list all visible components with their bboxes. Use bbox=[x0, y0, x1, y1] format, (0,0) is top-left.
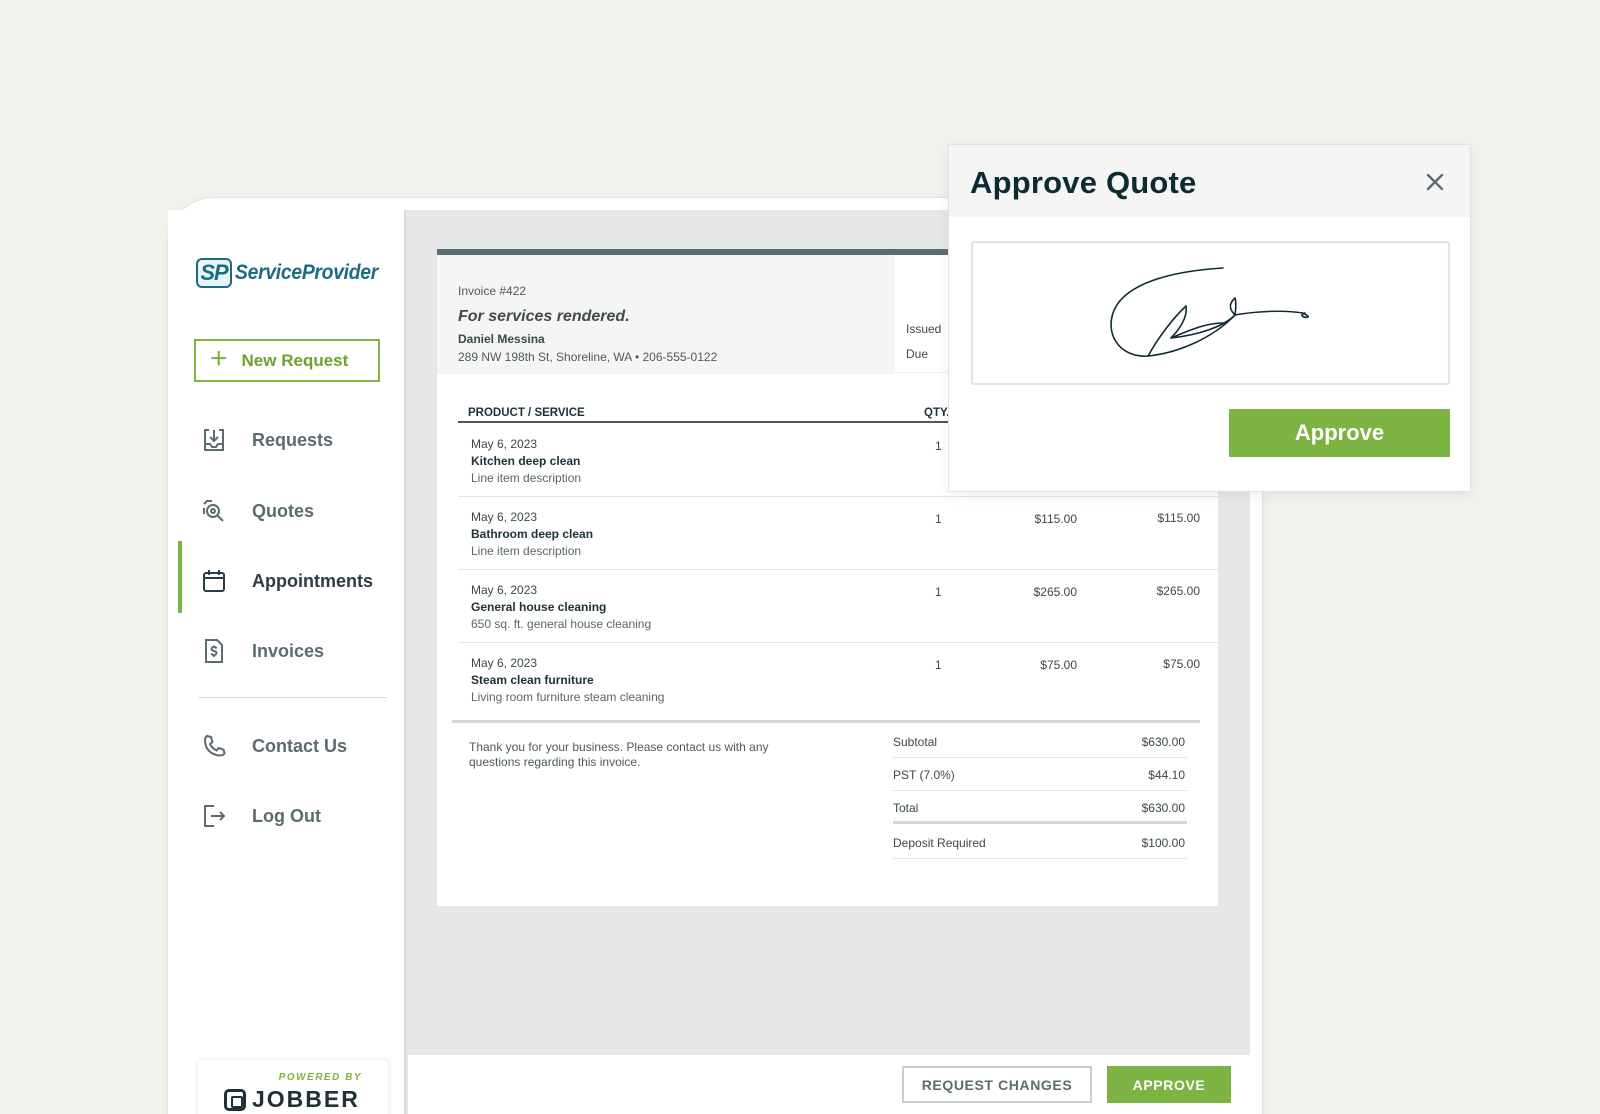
sidebar-item-quotes[interactable]: Quotes bbox=[200, 491, 314, 531]
line-item-total: $115.00 bbox=[1157, 511, 1201, 525]
line-item-date: May 6, 2023 bbox=[471, 656, 538, 670]
product-column-header: PRODUCT / SERVICE bbox=[468, 407, 585, 419]
signature-drawing bbox=[1110, 267, 1309, 357]
line-item-name: General house cleaning bbox=[471, 600, 607, 614]
line-item-description: Line item description bbox=[471, 471, 582, 485]
thank-you-note: Thank you for your business. Please cont… bbox=[469, 740, 769, 769]
powered-by-jobber[interactable]: POWERED BY JOBBER bbox=[198, 1060, 388, 1114]
signature-pad[interactable] bbox=[971, 241, 1450, 385]
calendar-icon bbox=[200, 567, 228, 595]
sidebar-item-label: Requests bbox=[252, 429, 334, 450]
summary-row-subtotal: Subtotal $630.00 bbox=[893, 726, 1187, 758]
active-nav-indicator bbox=[178, 541, 182, 613]
dialog-title: Approve Quote bbox=[970, 165, 1197, 200]
summary-label: PST (7.0%) bbox=[893, 768, 955, 782]
sidebar-item-invoices[interactable]: Invoices bbox=[200, 631, 324, 671]
sidebar-item-label: Log Out bbox=[252, 805, 321, 826]
invoice-header: Invoice #422 For services rendered. Dani… bbox=[437, 255, 895, 374]
issued-label: Issued bbox=[906, 322, 942, 336]
nav-divider bbox=[198, 697, 388, 698]
line-item-qty: 1 bbox=[935, 512, 942, 526]
jobber-logo: JOBBER bbox=[224, 1086, 360, 1113]
approve-button[interactable]: APPROVE bbox=[1107, 1066, 1231, 1103]
due-label: Due bbox=[906, 347, 929, 361]
line-item-date: May 6, 2023 bbox=[471, 510, 538, 524]
line-item-name: Steam clean furniture bbox=[471, 673, 594, 687]
plus-icon: + bbox=[210, 342, 228, 375]
sidebar-item-label: Appointments bbox=[252, 570, 373, 591]
service-provider-logo[interactable]: SP ServiceProvider bbox=[196, 258, 390, 288]
line-item-description: 650 sq. ft. general house cleaning bbox=[471, 617, 652, 631]
line-item-name: Bathroom deep clean bbox=[471, 527, 594, 541]
line-item-total: $75.00 bbox=[1163, 657, 1200, 671]
line-item-qty: 1 bbox=[935, 439, 942, 453]
invoice-dollar-icon bbox=[200, 637, 228, 665]
powered-by-label: POWERED BY bbox=[278, 1072, 362, 1083]
sidebar-item-requests[interactable]: Requests bbox=[200, 420, 333, 460]
summary-value: $44.10 bbox=[1148, 768, 1185, 782]
line-item-unit-price: $265.00 bbox=[1033, 585, 1077, 599]
line-item-name: Kitchen deep clean bbox=[471, 454, 581, 468]
dialog-approve-button[interactable]: Approve bbox=[1229, 409, 1450, 457]
dialog-header: Approve Quote bbox=[949, 145, 1470, 217]
line-item-date: May 6, 2023 bbox=[471, 583, 538, 597]
client-name: Daniel Messina bbox=[458, 332, 545, 346]
summary-label: Total bbox=[893, 801, 919, 815]
logo-badge: SP bbox=[196, 258, 232, 288]
jobber-logo-icon bbox=[224, 1088, 246, 1111]
close-icon[interactable] bbox=[1420, 167, 1450, 197]
sidebar-item-appointments[interactable]: Appointments bbox=[200, 561, 373, 601]
invoice-number: Invoice #422 bbox=[458, 284, 527, 298]
line-item-qty: 1 bbox=[935, 585, 942, 599]
sidebar-item-label: Contact Us bbox=[252, 735, 348, 756]
summary-row-total: Total $630.00 bbox=[893, 792, 1187, 824]
new-request-label: New Request bbox=[241, 350, 349, 370]
line-item-qty: 1 bbox=[935, 658, 942, 672]
summary-divider bbox=[452, 720, 1200, 723]
line-item-date: May 6, 2023 bbox=[471, 437, 538, 451]
line-item-unit-price: $115.00 bbox=[1034, 512, 1078, 526]
table-row: May 6, 2023 Bathroom deep clean Line ite… bbox=[458, 498, 1218, 570]
request-changes-button[interactable]: REQUEST CHANGES bbox=[902, 1066, 1092, 1103]
summary-value: $100.00 bbox=[1141, 836, 1185, 850]
summary-value: $630.00 bbox=[1141, 801, 1185, 815]
line-item-description: Living room furniture steam cleaning bbox=[471, 690, 665, 704]
line-item-description: Line item description bbox=[471, 544, 582, 558]
sidebar-item-label: Quotes bbox=[252, 500, 315, 521]
invoice-title: For services rendered. bbox=[458, 308, 630, 325]
table-row: May 6, 2023 General house cleaning 650 s… bbox=[458, 571, 1218, 643]
table-row: May 6, 2023 Steam clean furniture Living… bbox=[458, 644, 1218, 716]
sidebar-item-label: Invoices bbox=[252, 640, 325, 661]
summary-label: Subtotal bbox=[893, 735, 938, 749]
summary-value: $630.00 bbox=[1141, 735, 1185, 749]
sidebar-item-log-out[interactable]: Log Out bbox=[200, 796, 321, 836]
phone-icon bbox=[200, 732, 228, 760]
inbox-download-icon bbox=[200, 426, 228, 454]
summary-label: Deposit Required bbox=[893, 836, 986, 850]
sidebar-item-contact-us[interactable]: Contact Us bbox=[200, 726, 347, 766]
qty-column-header: QTY. bbox=[924, 407, 950, 419]
logout-icon bbox=[200, 802, 228, 830]
jobber-wordmark: JOBBER bbox=[252, 1086, 360, 1112]
line-item-total: $265.00 bbox=[1156, 584, 1200, 598]
line-item-unit-price: $75.00 bbox=[1040, 658, 1077, 672]
summary-row-deposit: Deposit Required $100.00 bbox=[893, 827, 1187, 859]
logo-name: ServiceProvider bbox=[235, 261, 379, 284]
new-request-button[interactable]: + New Request bbox=[194, 339, 380, 382]
summary-row-tax: PST (7.0%) $44.10 bbox=[893, 759, 1187, 791]
client-address: 289 NW 198th St, Shoreline, WA • 206-555… bbox=[458, 350, 718, 364]
quote-search-icon bbox=[200, 497, 228, 525]
approve-quote-dialog: Approve Quote Approve bbox=[948, 144, 1471, 492]
